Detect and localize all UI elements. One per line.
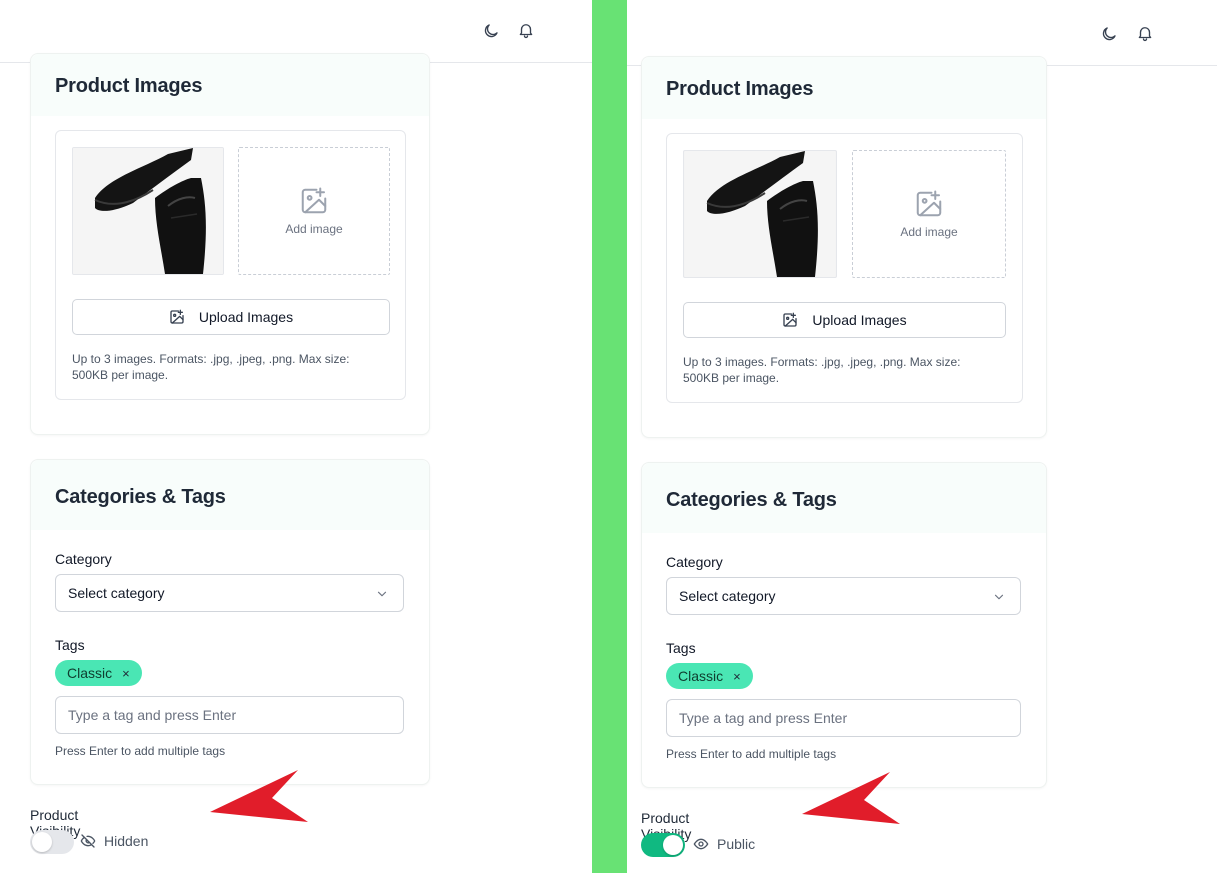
tag-hint: Press Enter to add multiple tags xyxy=(666,747,837,761)
category-label: Category xyxy=(55,551,112,567)
upload-images-button[interactable]: Upload Images xyxy=(72,299,390,335)
product-images-card: Product Images Add image Upload Images U… xyxy=(641,56,1047,438)
tag-input[interactable]: Type a tag and press Enter xyxy=(55,696,404,734)
shoe-photo xyxy=(73,148,223,274)
tags-label: Tags xyxy=(55,637,85,653)
bell-icon[interactable] xyxy=(1136,24,1154,42)
category-select-value: Select category xyxy=(68,585,165,601)
visibility-toggle[interactable] xyxy=(641,833,685,857)
shoe-photo xyxy=(685,151,835,277)
card-title: Product Images xyxy=(55,75,203,97)
category-select-value: Select category xyxy=(679,588,776,604)
tags-label: Tags xyxy=(666,640,696,656)
moon-icon[interactable] xyxy=(482,22,500,40)
tag-chip-label: Classic xyxy=(678,668,724,684)
image-upload-box: Add image Upload Images Up to 3 images. … xyxy=(55,130,406,400)
eye-off-icon xyxy=(80,833,96,849)
upload-images-label: Upload Images xyxy=(198,309,294,325)
card-header: Product Images xyxy=(642,57,1046,119)
chevron-down-icon xyxy=(375,587,389,601)
tag-input[interactable]: Type a tag and press Enter xyxy=(666,699,1021,737)
upload-help-text: Up to 3 images. Formats: .jpg, .jpeg, .p… xyxy=(72,352,350,382)
image-upload-box: Add image Upload Images Up to 3 images. … xyxy=(666,133,1023,403)
tag-hint: Press Enter to add multiple tags xyxy=(55,744,226,758)
red-arrow-annotation xyxy=(210,770,308,822)
card-title: Categories & Tags xyxy=(666,489,837,511)
card-title: Product Images xyxy=(666,78,814,100)
card-header: Product Images xyxy=(31,54,429,116)
visibility-toggle[interactable] xyxy=(30,830,74,854)
toggle-knob xyxy=(32,832,52,852)
upload-images-label: Upload Images xyxy=(812,312,907,328)
product-image-thumbnail[interactable] xyxy=(72,147,224,275)
product-images-card: Product Images Add image Upload Images U… xyxy=(30,53,430,435)
category-select[interactable]: Select category xyxy=(666,577,1021,615)
bell-icon[interactable] xyxy=(517,21,535,39)
visibility-state-label: Public xyxy=(717,836,756,852)
upload-images-button[interactable]: Upload Images xyxy=(683,302,1006,338)
image-plus-icon xyxy=(782,312,798,328)
tag-input-placeholder: Type a tag and press Enter xyxy=(68,707,237,723)
categories-tags-card: Categories & Tags Category Select catego… xyxy=(30,459,430,785)
image-plus-icon xyxy=(299,186,329,216)
chevron-down-icon xyxy=(992,590,1006,604)
panel-divider xyxy=(592,0,627,873)
tag-input-placeholder: Type a tag and press Enter xyxy=(679,710,848,726)
card-header: Categories & Tags xyxy=(31,460,429,530)
visibility-state: Hidden xyxy=(80,833,148,849)
right-panel: Product Images Add image Upload Images U… xyxy=(627,0,1217,873)
image-plus-icon xyxy=(914,189,944,219)
add-image-label: Add image xyxy=(285,222,343,236)
moon-icon[interactable] xyxy=(1100,25,1118,43)
tag-chip: Classic × xyxy=(666,663,753,689)
product-image-thumbnail[interactable] xyxy=(683,150,837,278)
visibility-state-label: Hidden xyxy=(104,833,149,849)
visibility-state: Public xyxy=(693,836,755,852)
add-image-tile[interactable]: Add image xyxy=(238,147,390,275)
card-header: Categories & Tags xyxy=(642,463,1046,533)
upload-help-text: Up to 3 images. Formats: .jpg, .jpeg, .p… xyxy=(683,355,961,385)
categories-tags-card: Categories & Tags Category Select catego… xyxy=(641,462,1047,788)
tag-remove-icon[interactable]: × xyxy=(733,669,741,684)
toggle-knob xyxy=(663,835,683,855)
add-image-tile[interactable]: Add image xyxy=(852,150,1006,278)
add-image-label: Add image xyxy=(900,225,958,239)
tag-chip: Classic × xyxy=(55,660,142,686)
red-arrow-annotation xyxy=(802,772,900,824)
left-panel: Product Images Add image Upload Images U… xyxy=(0,0,592,873)
eye-icon xyxy=(693,836,709,852)
image-plus-icon xyxy=(169,309,185,325)
category-label: Category xyxy=(666,554,723,570)
tag-remove-icon[interactable]: × xyxy=(122,666,130,681)
category-select[interactable]: Select category xyxy=(55,574,404,612)
tag-chip-label: Classic xyxy=(67,665,113,681)
card-title: Categories & Tags xyxy=(55,486,226,508)
